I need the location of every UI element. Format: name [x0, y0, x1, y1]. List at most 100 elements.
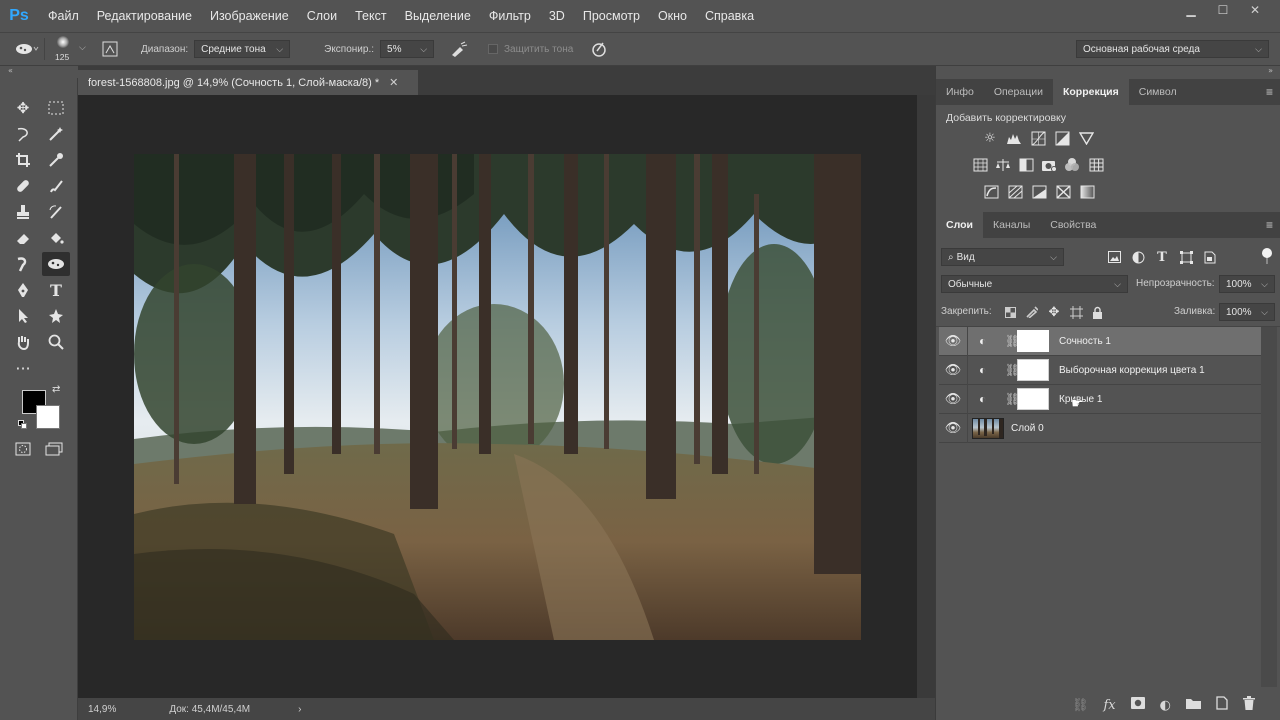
close-icon[interactable]: ✕ — [389, 76, 398, 89]
delete-layer-icon[interactable] — [1243, 696, 1255, 714]
exposure-icon[interactable] — [1054, 130, 1070, 146]
menu-filter[interactable]: Фильтр — [489, 9, 531, 23]
exposure-select[interactable]: 5% ⌵ — [380, 40, 435, 58]
lock-all-icon[interactable] — [1089, 304, 1105, 320]
tab-info[interactable]: Инфо — [936, 79, 984, 105]
document-tab[interactable]: forest-1568808.jpg @ 14,9% (Сочность 1, … — [78, 70, 418, 95]
filter-type-icon[interactable]: T — [1154, 249, 1170, 265]
selective-color-icon[interactable] — [1055, 184, 1071, 200]
minimize-icon[interactable]: ▁ — [1176, 0, 1206, 20]
gradient-map-icon[interactable] — [1079, 184, 1095, 200]
lock-image-icon[interactable] — [1024, 304, 1040, 320]
layer-mask-thumbnail[interactable] — [1017, 388, 1049, 410]
magic-wand-tool-icon[interactable] — [44, 123, 68, 145]
tab-layers[interactable]: Слои — [936, 212, 983, 238]
range-select[interactable]: Средние тона ⌵ — [194, 40, 291, 58]
tab-properties[interactable]: Свойства — [1040, 212, 1106, 238]
color-lookup-icon[interactable] — [1088, 157, 1104, 173]
lock-artboard-icon[interactable] — [1068, 304, 1084, 320]
eyedropper-tool-icon[interactable] — [44, 149, 68, 171]
brush-panel-toggle-icon[interactable] — [99, 39, 121, 59]
smudge-tool-icon[interactable] — [11, 253, 35, 275]
menu-3d[interactable]: 3D — [549, 9, 565, 23]
photo-filter-icon[interactable] — [1041, 157, 1057, 173]
collapse-panel-icon[interactable]: » — [1268, 66, 1273, 75]
posterize-icon[interactable] — [1007, 184, 1023, 200]
filter-adjustment-icon[interactable] — [1130, 249, 1146, 265]
hand-tool-icon[interactable] — [11, 331, 35, 353]
new-layer-icon[interactable] — [1216, 696, 1228, 714]
crop-tool-icon[interactable] — [11, 149, 35, 171]
filter-pixel-icon[interactable] — [1106, 249, 1122, 265]
link-layers-icon[interactable]: ⛓ — [1072, 698, 1089, 713]
filter-toggle-switch[interactable] — [1262, 248, 1272, 266]
sponge-tool-preset-icon[interactable] — [10, 37, 44, 61]
threshold-icon[interactable] — [1031, 184, 1047, 200]
opacity-field[interactable]: 100% ⌵ — [1219, 275, 1275, 293]
history-brush-tool-icon[interactable] — [44, 201, 68, 223]
protect-tones-checkbox[interactable] — [488, 44, 499, 54]
menu-layers[interactable]: Слои — [307, 9, 337, 23]
chevron-right-icon[interactable]: › — [298, 704, 301, 715]
filter-shape-icon[interactable] — [1178, 249, 1194, 265]
filter-smart-object-icon[interactable] — [1202, 249, 1218, 265]
layer-thumbnail[interactable] — [972, 418, 1004, 439]
move-tool-icon[interactable]: ✥ — [11, 97, 35, 119]
default-colors-icon[interactable] — [18, 420, 28, 430]
eraser-tool-icon[interactable] — [11, 227, 35, 249]
eye-icon[interactable]: 👁 — [943, 331, 963, 351]
panel-menu-icon[interactable]: ≡ — [1266, 218, 1273, 232]
eye-icon[interactable]: 👁 — [943, 360, 963, 380]
blend-mode-select[interactable]: Обычные ⌵ — [941, 275, 1128, 293]
tab-character[interactable]: Символ — [1129, 79, 1187, 105]
layer-mask-thumbnail[interactable] — [1017, 330, 1049, 352]
lock-transparent-icon[interactable] — [1002, 304, 1018, 320]
new-group-icon[interactable] — [1186, 697, 1201, 713]
type-tool-icon[interactable]: T — [44, 279, 68, 301]
pressure-icon[interactable] — [587, 38, 611, 60]
swap-colors-icon[interactable]: ⇄ — [52, 384, 60, 395]
channel-mixer-icon[interactable] — [1064, 157, 1080, 173]
paint-bucket-tool-icon[interactable] — [44, 227, 68, 249]
levels-icon[interactable] — [1006, 130, 1022, 146]
brush-preset-picker[interactable]: 125 ⌵ — [51, 34, 95, 64]
more-tools-icon[interactable]: ··· — [11, 357, 35, 379]
layers-scrollbar[interactable] — [1261, 327, 1277, 687]
lasso-tool-icon[interactable] — [11, 123, 35, 145]
tab-actions[interactable]: Операции — [984, 79, 1053, 105]
workspace-select[interactable]: Основная рабочая среда ⌵ — [1076, 40, 1269, 58]
color-balance-icon[interactable] — [995, 157, 1011, 173]
menu-type[interactable]: Текст — [355, 9, 386, 23]
eye-icon[interactable]: 👁 — [943, 418, 963, 438]
tab-adjustments[interactable]: Коррекция — [1052, 79, 1129, 105]
layer-row[interactable]: 👁 ◐ ⛓ Сочность 1 — [939, 327, 1261, 356]
sponge-tool-icon[interactable] — [42, 252, 70, 276]
fill-field[interactable]: 100% ⌵ — [1219, 303, 1275, 321]
layer-style-fx-icon[interactable]: fx — [1104, 698, 1116, 713]
new-adjustment-layer-icon[interactable]: ◐ — [1160, 698, 1171, 713]
airbrush-icon[interactable] — [444, 38, 474, 60]
brightness-contrast-icon[interactable]: ☼ — [982, 130, 998, 146]
canvas-area[interactable] — [78, 95, 917, 698]
screen-mode-icon[interactable] — [42, 438, 66, 460]
invert-icon[interactable] — [983, 184, 999, 200]
close-icon[interactable]: ✕ — [1240, 0, 1270, 20]
vertical-scrollbar[interactable] — [917, 95, 935, 698]
curves-icon[interactable] — [1030, 130, 1046, 146]
menu-help[interactable]: Справка — [705, 9, 754, 23]
eye-icon[interactable]: 👁 — [943, 389, 963, 409]
brush-tool-icon[interactable] — [44, 175, 68, 197]
hue-saturation-icon[interactable] — [972, 157, 988, 173]
menu-image[interactable]: Изображение — [210, 9, 289, 23]
healing-brush-tool-icon[interactable] — [11, 175, 35, 197]
layer-filter-select[interactable]: ⌕ Вид ⌵ — [941, 248, 1064, 266]
menu-file[interactable]: Файл — [48, 9, 79, 23]
layer-row[interactable]: 👁 Слой 0 — [939, 414, 1261, 443]
zoom-tool-icon[interactable] — [44, 331, 68, 353]
black-white-icon[interactable] — [1018, 157, 1034, 173]
menu-view[interactable]: Просмотр — [583, 9, 640, 23]
quick-mask-icon[interactable] — [11, 438, 35, 460]
collapse-panel-icon[interactable]: « — [8, 66, 13, 75]
marquee-tool-icon[interactable] — [44, 97, 68, 119]
tab-channels[interactable]: Каналы — [983, 212, 1040, 238]
